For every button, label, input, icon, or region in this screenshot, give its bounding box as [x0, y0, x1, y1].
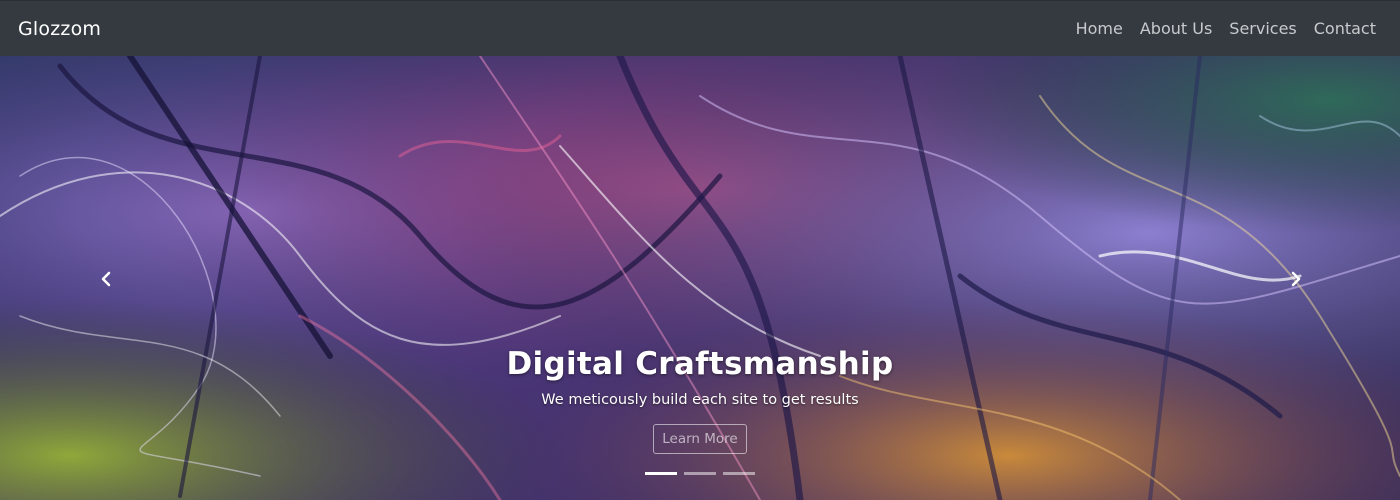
carousel-indicator[interactable] — [645, 472, 677, 475]
chevron-right-icon — [1291, 271, 1301, 287]
carousel-subtitle: We meticously build each site to get res… — [541, 392, 859, 408]
chevron-left-icon — [101, 271, 111, 287]
carousel-caption: Digital Craftsmanship We meticously buil… — [0, 346, 1400, 454]
nav-link-services[interactable]: Services — [1221, 19, 1305, 38]
carousel-prev-button[interactable] — [91, 264, 121, 294]
nav-link-about-us[interactable]: About Us — [1131, 19, 1220, 38]
nav-menu: Home About Us Services Contact — [1067, 19, 1382, 38]
carousel-title: Digital Craftsmanship — [506, 346, 894, 382]
carousel-next-button[interactable] — [1281, 264, 1311, 294]
hero-carousel: Digital Craftsmanship We meticously buil… — [0, 56, 1400, 500]
carousel-indicators — [0, 472, 1400, 475]
nav-link-home[interactable]: Home — [1067, 19, 1131, 38]
carousel-indicator[interactable] — [723, 472, 755, 475]
navbar: Glozzom Home About Us Services Contact — [0, 0, 1400, 56]
nav-link-contact[interactable]: Contact — [1305, 19, 1382, 38]
learn-more-button[interactable]: Learn More — [653, 424, 747, 454]
brand-logo[interactable]: Glozzom — [18, 18, 101, 40]
carousel-indicator[interactable] — [684, 472, 716, 475]
